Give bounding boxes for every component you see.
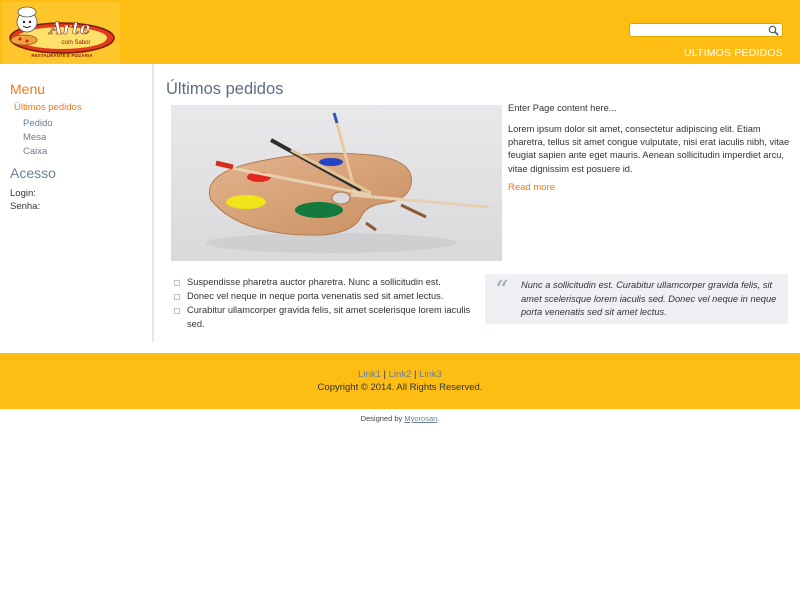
quote-text: Nunc a sollicitudin est. Curabitur ullam… (521, 280, 777, 317)
acesso-heading: Acesso (10, 165, 56, 181)
search-icon[interactable] (768, 25, 779, 36)
designer-link[interactable]: Myorosan (404, 414, 437, 423)
bullet-list: Suspendisse pharetra auctor pharetra. Nu… (174, 276, 474, 332)
nav-ultimos-pedidos[interactable]: ÚLTIMOS PEDIDOS (684, 47, 783, 59)
sidebar-item-ultimos-pedidos[interactable]: Últimos pedidos (14, 102, 82, 113)
palette-image (171, 105, 502, 261)
footer-separator: | (380, 369, 389, 380)
lorem-paragraph: Lorem ipsum dolor sit amet, consectetur … (508, 124, 790, 174)
credit-suffix: . (437, 414, 440, 423)
header: Arte com Sabor RESTAURANTE E PIZZARIA ÚL… (0, 0, 800, 64)
site-logo[interactable]: Arte com Sabor RESTAURANTE E PIZZARIA (2, 2, 120, 64)
list-item: Donec vel neque in neque porta venenatis… (174, 290, 474, 304)
sidebar-item-mesa[interactable]: Mesa (23, 132, 46, 143)
footer: Link1 | Link2 | Link3 Copyright © 2014. … (0, 353, 800, 409)
page-title: Últimos pedidos (166, 80, 284, 98)
sidebar-item-pedido[interactable]: Pedido (23, 118, 53, 129)
search-box (629, 23, 783, 37)
designer-credit: Designed by Myorosan. (0, 414, 800, 423)
sidebar-item-caixa[interactable]: Caixa (23, 146, 47, 157)
read-more-link[interactable]: Read more (508, 182, 555, 193)
sidebar: Menu Últimos pedidos Pedido Mesa Caixa A… (0, 64, 154, 342)
credit-prefix: Designed by (360, 414, 405, 423)
logo-subtitle: com Sabor (61, 40, 90, 46)
list-item: Curabitur ullamcorper gravida felis, sit… (174, 304, 474, 331)
menu-heading: Menu (10, 81, 46, 97)
logo-title: Arte (48, 19, 91, 39)
list-item: Suspendisse pharetra auctor pharetra. Nu… (174, 276, 474, 290)
senha-label: Senha: (10, 201, 41, 212)
footer-link-2[interactable]: Link2 (389, 369, 412, 380)
footer-link-1[interactable]: Link1 (358, 369, 381, 380)
intro-text: Enter Page content here... (508, 103, 617, 113)
search-input[interactable] (634, 25, 764, 35)
footer-separator: | (411, 369, 420, 380)
footer-links: Link1 | Link2 | Link3 (0, 369, 800, 380)
blockquote: “ Nunc a sollicitudin est. Curabitur ull… (485, 274, 788, 324)
footer-link-3[interactable]: Link3 (419, 369, 442, 380)
login-label: Login: (10, 188, 36, 199)
copyright: Copyright © 2014. All Rights Reserved. (317, 382, 483, 393)
quote-icon: “ (495, 276, 509, 306)
logo-tagline: RESTAURANTE E PIZZARIA (31, 53, 93, 58)
